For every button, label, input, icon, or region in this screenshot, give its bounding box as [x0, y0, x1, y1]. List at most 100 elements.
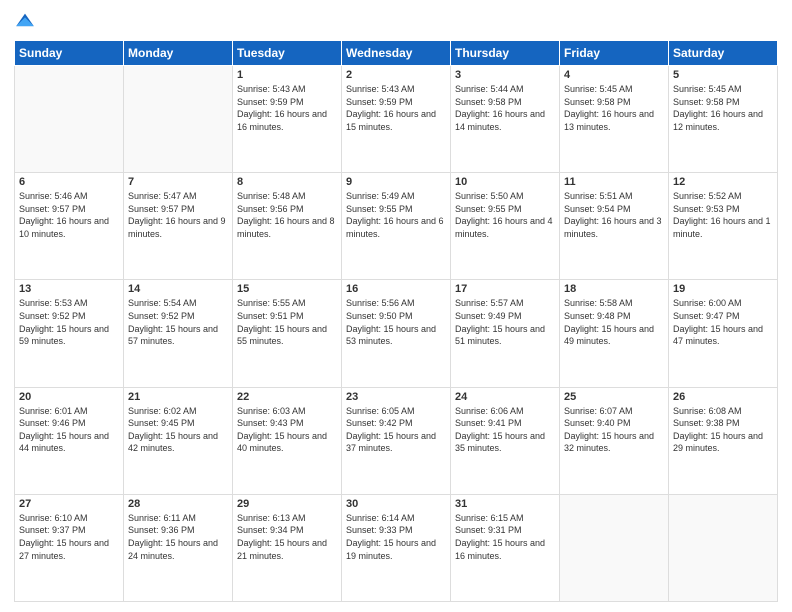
- day-info: Sunrise: 5:45 AM Sunset: 9:58 PM Dayligh…: [564, 83, 664, 133]
- calendar-cell: 31Sunrise: 6:15 AM Sunset: 9:31 PM Dayli…: [451, 494, 560, 601]
- day-info: Sunrise: 5:47 AM Sunset: 9:57 PM Dayligh…: [128, 190, 228, 240]
- day-info: Sunrise: 5:55 AM Sunset: 9:51 PM Dayligh…: [237, 297, 337, 347]
- calendar-cell: [560, 494, 669, 601]
- day-header-monday: Monday: [124, 41, 233, 66]
- day-number: 28: [128, 498, 228, 510]
- day-number: 5: [673, 69, 773, 81]
- calendar-cell: 21 Sunrise: 6:02 AM Sunset: 9:45 PM Dayli…: [124, 387, 233, 494]
- day-number: 23: [346, 391, 446, 403]
- day-info: Sunrise: 6:00 AM Sunset: 9:47 PM Dayligh…: [673, 297, 773, 347]
- week-row-4: 27 Sunrise: 6:10 AM Sunset: 9:37 PM Dayli…: [15, 494, 778, 601]
- calendar-cell: 2 Sunrise: 5:43 AM Sunset: 9:59 PM Daylig…: [342, 66, 451, 173]
- day-info: Sunrise: 5:45 AM Sunset: 9:58 PM Dayligh…: [673, 83, 773, 133]
- day-number: 20: [19, 391, 119, 403]
- day-number: 19: [673, 283, 773, 295]
- day-info: Sunrise: 6:02 AM Sunset: 9:45 PM Dayligh…: [128, 405, 228, 455]
- day-info: Sunrise: 5:48 AM Sunset: 9:56 PM Dayligh…: [237, 190, 337, 240]
- day-number: 10: [455, 176, 555, 188]
- day-info: Sunrise: 6:06 AM Sunset: 9:41 PM Dayligh…: [455, 405, 555, 455]
- calendar-cell: 9Sunrise: 5:49 AM Sunset: 9:55 PM Daylig…: [342, 173, 451, 280]
- day-number: 8: [237, 176, 337, 188]
- day-number: 24: [455, 391, 555, 403]
- calendar-cell: 1 Sunrise: 5:43 AM Sunset: 9:59 PM Daylig…: [233, 66, 342, 173]
- day-number: 1: [237, 69, 337, 81]
- day-info: Sunrise: 5:49 AM Sunset: 9:55 PM Dayligh…: [346, 190, 446, 240]
- day-info: Sunrise: 5:44 AM Sunset: 9:58 PM Dayligh…: [455, 83, 555, 133]
- day-info: Sunrise: 5:43 AM Sunset: 9:59 PM Dayligh…: [237, 83, 337, 133]
- logo: [14, 10, 40, 32]
- day-number: 18: [564, 283, 664, 295]
- calendar-cell: 16Sunrise: 5:56 AM Sunset: 9:50 PM Dayli…: [342, 280, 451, 387]
- day-info: Sunrise: 5:51 AM Sunset: 9:54 PM Dayligh…: [564, 190, 664, 240]
- page: SundayMondayTuesdayWednesdayThursdayFrid…: [0, 0, 792, 612]
- calendar-table: SundayMondayTuesdayWednesdayThursdayFrid…: [14, 40, 778, 602]
- calendar-cell: 29 Sunrise: 6:13 AM Sunset: 9:34 PM Dayli…: [233, 494, 342, 601]
- calendar-cell: 23 Sunrise: 6:05 AM Sunset: 9:42 PM Dayli…: [342, 387, 451, 494]
- week-row-3: 20 Sunrise: 6:01 AM Sunset: 9:46 PM Dayli…: [15, 387, 778, 494]
- calendar-cell: 30Sunrise: 6:14 AM Sunset: 9:33 PM Dayli…: [342, 494, 451, 601]
- day-header-friday: Friday: [560, 41, 669, 66]
- day-number: 12: [673, 176, 773, 188]
- day-number: 30: [346, 498, 446, 510]
- week-row-2: 13Sunrise: 5:53 AM Sunset: 9:52 PM Dayli…: [15, 280, 778, 387]
- day-number: 6: [19, 176, 119, 188]
- calendar-cell: 15Sunrise: 5:55 AM Sunset: 9:51 PM Dayli…: [233, 280, 342, 387]
- calendar-cell: 22Sunrise: 6:03 AM Sunset: 9:43 PM Dayli…: [233, 387, 342, 494]
- calendar-cell: [124, 66, 233, 173]
- day-header-saturday: Saturday: [669, 41, 778, 66]
- day-info: Sunrise: 5:54 AM Sunset: 9:52 PM Dayligh…: [128, 297, 228, 347]
- day-number: 16: [346, 283, 446, 295]
- day-number: 3: [455, 69, 555, 81]
- day-number: 26: [673, 391, 773, 403]
- calendar-cell: 10Sunrise: 5:50 AM Sunset: 9:55 PM Dayli…: [451, 173, 560, 280]
- calendar-cell: 13Sunrise: 5:53 AM Sunset: 9:52 PM Dayli…: [15, 280, 124, 387]
- calendar-header: SundayMondayTuesdayWednesdayThursdayFrid…: [15, 41, 778, 66]
- day-info: Sunrise: 6:07 AM Sunset: 9:40 PM Dayligh…: [564, 405, 664, 455]
- day-number: 11: [564, 176, 664, 188]
- calendar-cell: 14Sunrise: 5:54 AM Sunset: 9:52 PM Dayli…: [124, 280, 233, 387]
- day-number: 21: [128, 391, 228, 403]
- day-info: Sunrise: 5:53 AM Sunset: 9:52 PM Dayligh…: [19, 297, 119, 347]
- day-info: Sunrise: 6:10 AM Sunset: 9:37 PM Dayligh…: [19, 512, 119, 562]
- calendar-cell: 19 Sunrise: 6:00 AM Sunset: 9:47 PM Dayli…: [669, 280, 778, 387]
- day-info: Sunrise: 5:58 AM Sunset: 9:48 PM Dayligh…: [564, 297, 664, 347]
- day-header-sunday: Sunday: [15, 41, 124, 66]
- day-number: 29: [237, 498, 337, 510]
- calendar-cell: [15, 66, 124, 173]
- day-header-tuesday: Tuesday: [233, 41, 342, 66]
- week-row-0: 1 Sunrise: 5:43 AM Sunset: 9:59 PM Daylig…: [15, 66, 778, 173]
- week-row-1: 6Sunrise: 5:46 AM Sunset: 9:57 PM Daylig…: [15, 173, 778, 280]
- day-number: 2: [346, 69, 446, 81]
- logo-icon: [14, 10, 36, 32]
- calendar-cell: 12 Sunrise: 5:52 AM Sunset: 9:53 PM Dayli…: [669, 173, 778, 280]
- calendar-body: 1 Sunrise: 5:43 AM Sunset: 9:59 PM Daylig…: [15, 66, 778, 602]
- day-number: 25: [564, 391, 664, 403]
- calendar-cell: 5 Sunrise: 5:45 AM Sunset: 9:58 PM Daylig…: [669, 66, 778, 173]
- calendar-cell: 7 Sunrise: 5:47 AM Sunset: 9:57 PM Daylig…: [124, 173, 233, 280]
- calendar-cell: 17Sunrise: 5:57 AM Sunset: 9:49 PM Dayli…: [451, 280, 560, 387]
- day-number: 17: [455, 283, 555, 295]
- calendar-cell: 8 Sunrise: 5:48 AM Sunset: 9:56 PM Daylig…: [233, 173, 342, 280]
- calendar-cell: 6Sunrise: 5:46 AM Sunset: 9:57 PM Daylig…: [15, 173, 124, 280]
- day-number: 27: [19, 498, 119, 510]
- calendar-cell: 27 Sunrise: 6:10 AM Sunset: 9:37 PM Dayli…: [15, 494, 124, 601]
- day-header-thursday: Thursday: [451, 41, 560, 66]
- day-info: Sunrise: 6:11 AM Sunset: 9:36 PM Dayligh…: [128, 512, 228, 562]
- day-info: Sunrise: 6:13 AM Sunset: 9:34 PM Dayligh…: [237, 512, 337, 562]
- day-number: 31: [455, 498, 555, 510]
- day-number: 7: [128, 176, 228, 188]
- day-info: Sunrise: 5:52 AM Sunset: 9:53 PM Dayligh…: [673, 190, 773, 240]
- day-header-wednesday: Wednesday: [342, 41, 451, 66]
- day-info: Sunrise: 6:08 AM Sunset: 9:38 PM Dayligh…: [673, 405, 773, 455]
- calendar-cell: 18 Sunrise: 5:58 AM Sunset: 9:48 PM Dayli…: [560, 280, 669, 387]
- calendar-cell: 25 Sunrise: 6:07 AM Sunset: 9:40 PM Dayli…: [560, 387, 669, 494]
- header: [14, 10, 778, 32]
- calendar-cell: 4 Sunrise: 5:45 AM Sunset: 9:58 PM Daylig…: [560, 66, 669, 173]
- day-info: Sunrise: 6:05 AM Sunset: 9:42 PM Dayligh…: [346, 405, 446, 455]
- calendar-cell: 3 Sunrise: 5:44 AM Sunset: 9:58 PM Daylig…: [451, 66, 560, 173]
- calendar-cell: 11 Sunrise: 5:51 AM Sunset: 9:54 PM Dayli…: [560, 173, 669, 280]
- calendar-cell: 26 Sunrise: 6:08 AM Sunset: 9:38 PM Dayli…: [669, 387, 778, 494]
- day-info: Sunrise: 5:43 AM Sunset: 9:59 PM Dayligh…: [346, 83, 446, 133]
- day-info: Sunrise: 6:01 AM Sunset: 9:46 PM Dayligh…: [19, 405, 119, 455]
- day-number: 4: [564, 69, 664, 81]
